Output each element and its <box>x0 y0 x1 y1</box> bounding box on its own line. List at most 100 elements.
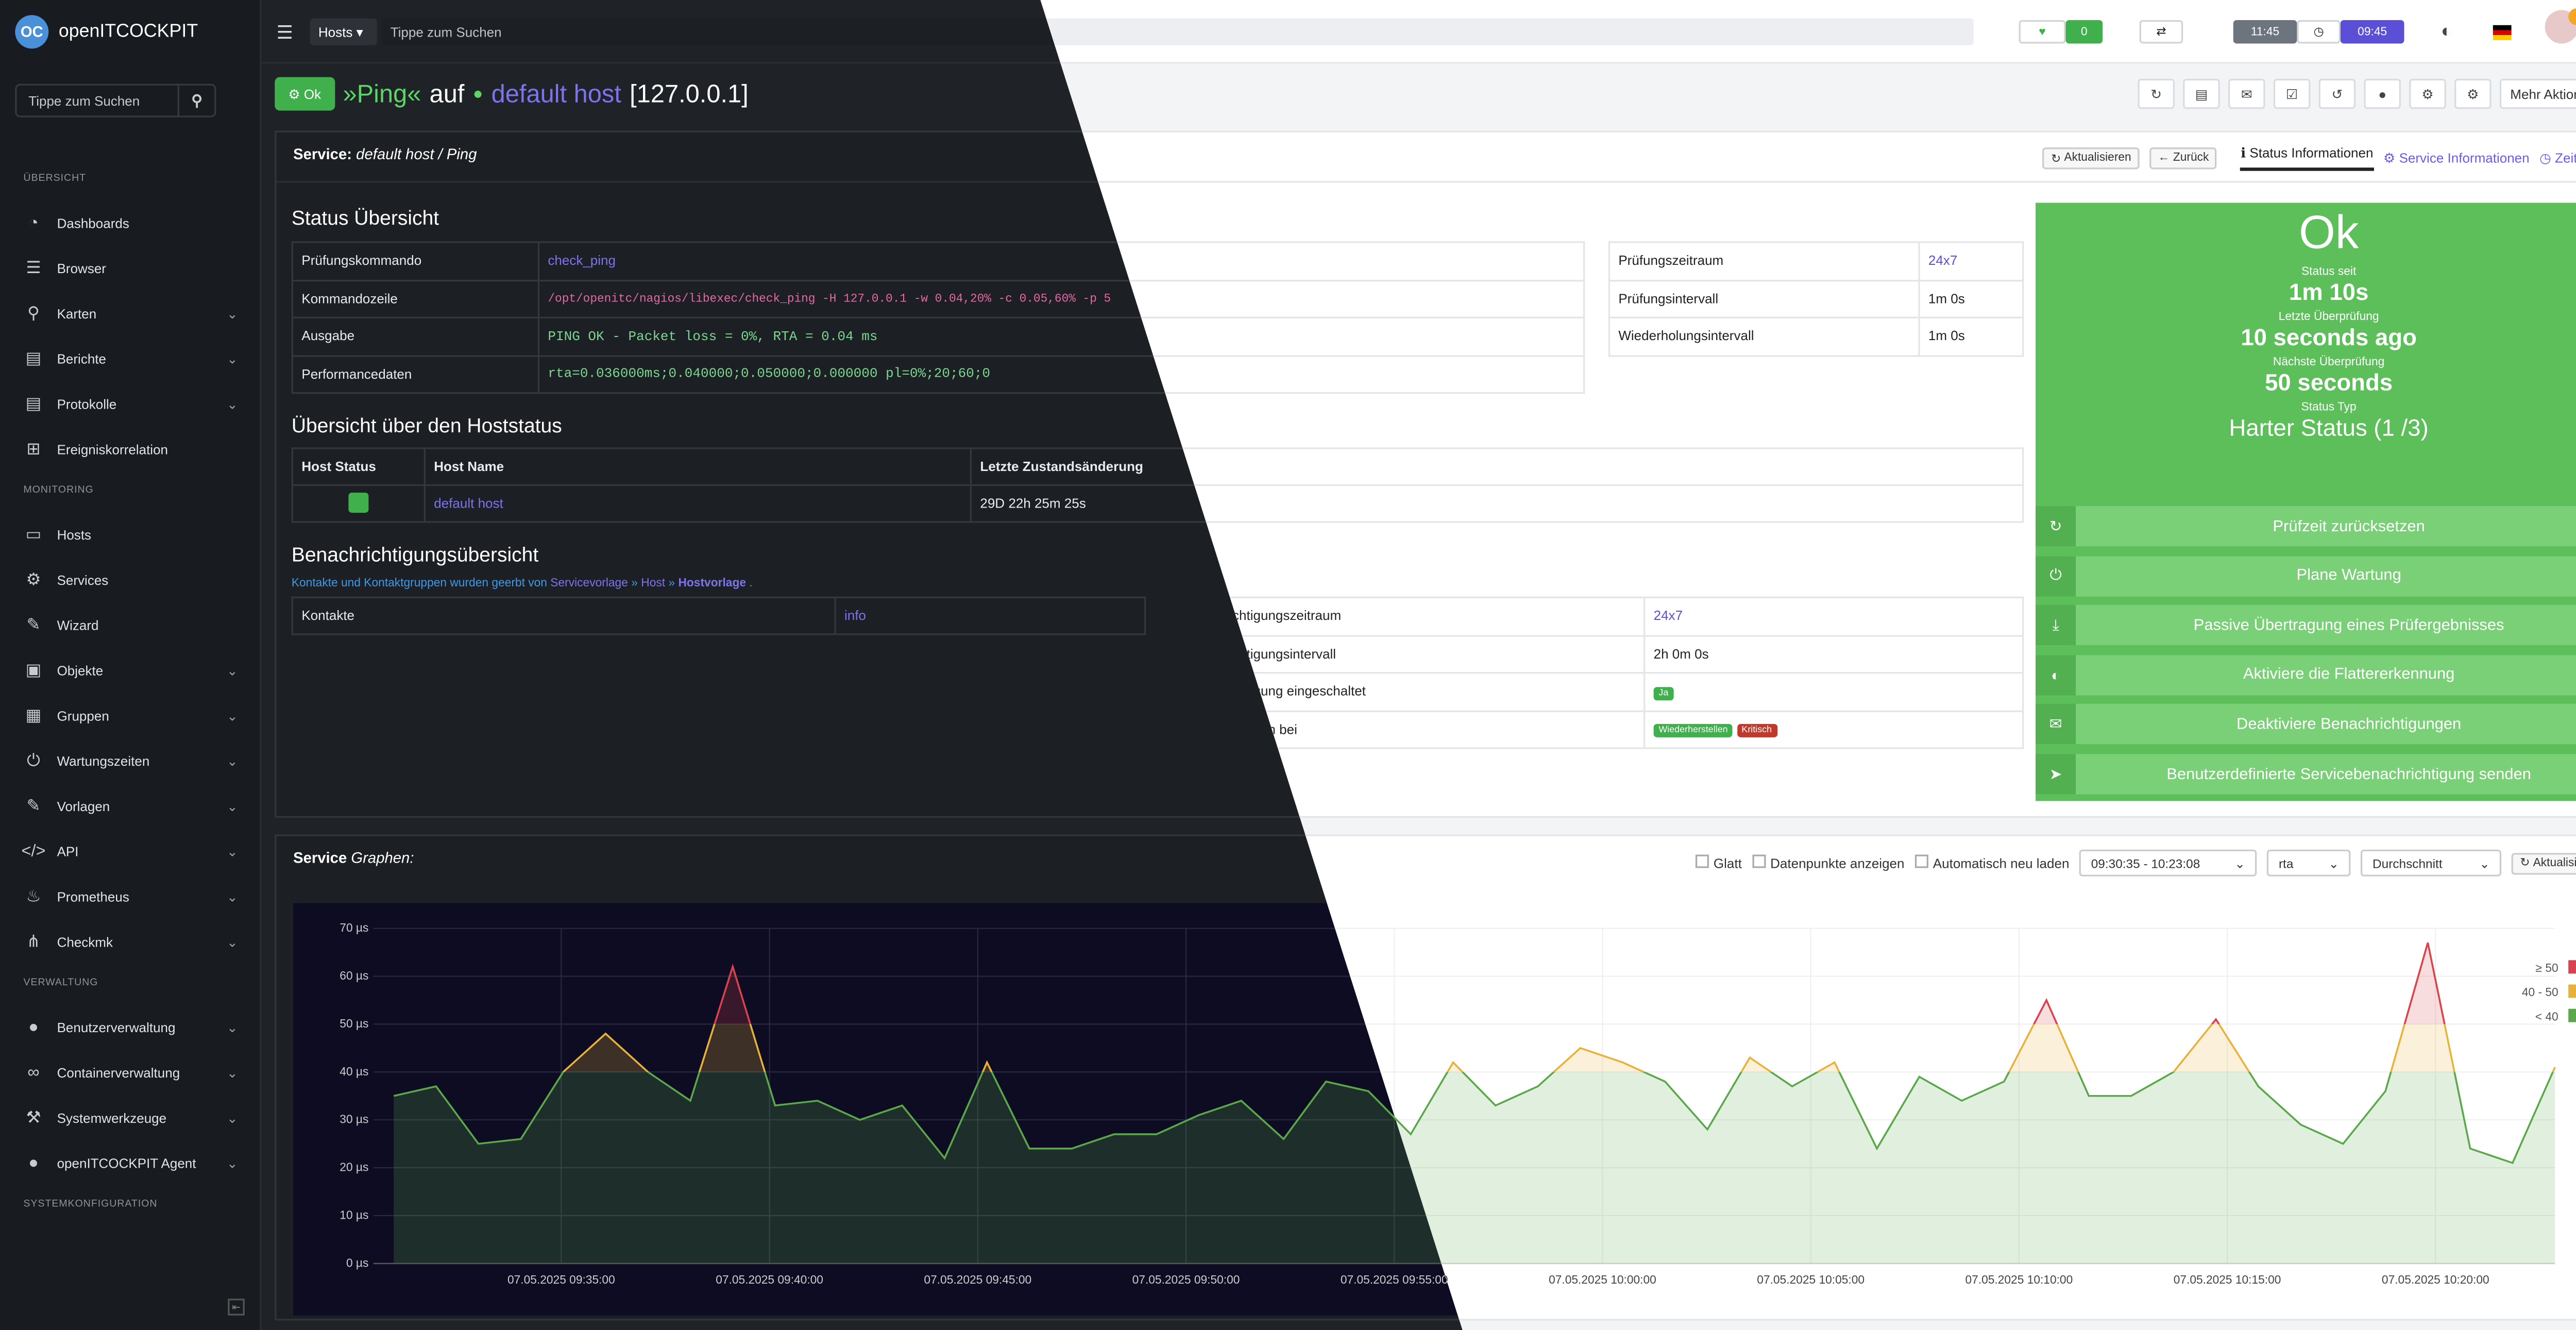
sidebar-item-browser[interactable]: ☰ Browser <box>0 246 261 292</box>
sidebar-item-karten[interactable]: ⚲ Karten ⌄ <box>0 292 261 337</box>
glatt-checkbox[interactable]: Glatt <box>1695 854 1742 871</box>
sidebar-item-label: Hosts <box>57 528 92 543</box>
sidebar-item-hosts[interactable]: ▭ Hosts <box>0 513 261 558</box>
sidebar-item-openitcockpit-agent[interactable]: ● openITCOCKPIT Agent ⌄ <box>0 1141 261 1187</box>
sidebar-item-checkmk[interactable]: ⋔ Checkmk ⌄ <box>0 920 261 965</box>
status-row-value[interactable]: check_ping <box>548 254 616 268</box>
user-icon[interactable]: ● <box>2364 78 2401 109</box>
auto-reload-checkbox[interactable]: Automatisch neu laden <box>1914 854 2069 871</box>
sidebar-item-berichte[interactable]: ▤ Berichte ⌄ <box>0 337 261 382</box>
status-action-button[interactable]: ⤓ Passive Übertragung eines Prüfergebniss… <box>2036 605 2576 646</box>
collapse-sidebar-icon[interactable]: ⇤ <box>228 1299 245 1316</box>
sidebar-item-dashboards[interactable]: ◔ Dashboards <box>0 201 261 246</box>
logo-badge: OC <box>15 15 49 49</box>
sidebar-item-services[interactable]: ⚙ Services <box>0 558 261 603</box>
user-avatar[interactable] <box>2545 8 2576 44</box>
datenpunkte-checkbox[interactable]: Datenpunkte anzeigen <box>1752 854 1904 871</box>
status-action-button[interactable]: ⏻ Plane Wartung <box>2036 555 2576 596</box>
x-tick-label: 07.05.2025 10:15:00 <box>2174 1273 2281 1286</box>
status-counter[interactable]: ♥ 0 <box>2019 19 2103 45</box>
refresh-icon: ↻ <box>2036 506 2076 547</box>
history-icon[interactable]: ↺ <box>2318 78 2356 109</box>
app-logo[interactable]: OC openITCOCKPIT <box>15 15 198 49</box>
status-action-button[interactable]: ➤ Benutzerdefinierte Servicebenachrichtig… <box>2036 754 2576 795</box>
gears-icon[interactable]: ⚙ <box>2454 78 2492 109</box>
aktualisieren-button[interactable]: ↻ Aktualisieren <box>2042 147 2140 170</box>
status-action-label: Plane Wartung <box>2076 555 2576 596</box>
tab-zeitleiste[interactable]: ◷ Zeitleiste <box>2539 151 2576 166</box>
check-row-label: Prüfungsintervall <box>1618 291 1719 307</box>
envelope-icon[interactable]: ✉ <box>2228 78 2265 109</box>
clock-icon: ◷ <box>2297 20 2341 44</box>
sidebar-search-input[interactable]: Tippe zum Suchen <box>17 86 178 116</box>
aggregation-select[interactable]: Durchschnitt ⌄ <box>2361 849 2502 877</box>
sidebar-search[interactable]: Tippe zum Suchen ⚲ <box>15 83 216 117</box>
sidebar-item-gruppen[interactable]: ▦ Gruppen ⌄ <box>0 694 261 739</box>
search-icon[interactable]: ⚲ <box>177 85 215 116</box>
legend-swatch <box>2568 1008 2576 1022</box>
sidebar-item-vorlagen[interactable]: ✎ Vorlagen ⌄ <box>0 784 261 830</box>
sidebar-nav: ÜBERSICHT ◔ Dashboards ☰ Browser ⚲ Karten ⌄ ▤ Ber… <box>0 161 261 1226</box>
host-name-link[interactable]: default host <box>492 79 621 108</box>
notif-period-link[interactable]: 24x7 <box>1654 609 1683 624</box>
hamburger-menu-icon[interactable]: ☰ <box>277 22 293 44</box>
refresh-icon[interactable]: ↻ <box>2138 78 2175 109</box>
adjust-icon: ◐ <box>2036 654 2076 695</box>
zurueck-button[interactable]: ← Zurück <box>2149 147 2217 170</box>
state-button[interactable]: ⚙ Ok <box>275 77 335 111</box>
sidebar-item-label: Objekte <box>57 663 104 679</box>
status-action-button[interactable]: ✉ Deaktiviere Benachrichtigungen <box>2036 704 2576 745</box>
sidebar-item-containerverwaltung[interactable]: ∞ Containerverwaltung ⌄ <box>0 1051 261 1096</box>
tab-status-informationen[interactable]: ℹ Status Informationen <box>2241 146 2374 171</box>
glatt-label: Glatt <box>1713 856 1742 871</box>
state-type-label: Status Typ <box>2301 402 2357 414</box>
time-range-select[interactable]: 09:30:35 - 10:23:08 ⌄ <box>2079 849 2257 877</box>
inherit-hostvorlage-link[interactable]: Hostvorlage <box>678 578 746 590</box>
inherit-servicevorlage-link[interactable]: Servicevorlage <box>550 578 628 590</box>
next-check-label: Nächste Überprüfung <box>2273 357 2385 369</box>
nav-section-title: ÜBERSICHT <box>23 174 87 184</box>
sidebar-item-benutzerverwaltung[interactable]: ● Benutzerverwaltung ⌄ <box>0 1005 261 1051</box>
chevron-down-icon: ⌄ <box>226 799 238 815</box>
metric-select[interactable]: rta ⌄ <box>2267 849 2351 877</box>
theme-toggle-icon[interactable]: ◐ <box>2441 19 2452 45</box>
sidebar-item-ereigniskorrelation[interactable]: ⊞ Ereigniskorrelation <box>0 427 261 473</box>
settings-icon[interactable]: ⚙ <box>2409 78 2446 109</box>
sidebar-item-label: Prometheus <box>57 889 129 905</box>
top-search-input-light[interactable] <box>1040 18 1974 45</box>
inherit-end: . <box>749 578 753 590</box>
nav-section-title: MONITORING <box>23 486 94 496</box>
database-icon[interactable]: ▤ <box>2183 78 2220 109</box>
chevron-down-icon: ⌄ <box>226 1020 238 1036</box>
status-since-label: Status seit <box>2301 266 2357 278</box>
graph-refresh-button[interactable]: ↻ Aktualisieren <box>2511 852 2576 874</box>
sidebar-item-systemwerkzeuge[interactable]: ⚒ Systemwerkzeuge ⌄ <box>0 1096 261 1141</box>
contacts-link[interactable]: info <box>844 608 866 623</box>
sidebar-item-wartungszeiten[interactable]: ⏻ Wartungszeiten ⌄ <box>0 739 261 784</box>
check-row-value[interactable]: 24x7 <box>1928 254 1957 268</box>
host-ip: [127.0.0.1] <box>630 79 749 108</box>
sidebar-item-objekte[interactable]: ▣ Objekte ⌄ <box>0 648 261 694</box>
nav-section-title: SYSTEMKONFIGURATION <box>23 1200 158 1210</box>
graph-options: Glatt Datenpunkte anzeigen Automatisch n… <box>1695 849 2576 877</box>
tab-service-informationen[interactable]: ⚙ Service Informationen <box>2383 151 2530 166</box>
status-action-button[interactable]: ↻ Prüfzeit zurücksetzen <box>2036 506 2576 547</box>
checkbox-icon[interactable]: ☑ <box>2273 78 2311 109</box>
sync-icon[interactable]: ⇄ <box>2139 20 2183 44</box>
link-icon: ∞ <box>27 1064 40 1083</box>
sidebar-item-api[interactable]: </> API ⌄ <box>0 830 261 875</box>
search-scope-dropdown[interactable]: Hosts ▾ <box>310 18 377 45</box>
sidebar-item-wizard[interactable]: ✎ Wizard <box>0 603 261 649</box>
host-link[interactable]: default host <box>434 496 503 511</box>
inherit-host-link[interactable]: Host <box>641 578 665 590</box>
language-flag-icon[interactable] <box>2493 19 2512 45</box>
sidebar-item-label: Karten <box>57 307 97 322</box>
card-tabs: ↻ Aktualisieren ← Zurück ℹ Status Inform… <box>2042 146 2576 171</box>
desktop-icon: ▭ <box>25 526 42 545</box>
sidebar-item-prometheus[interactable]: ♨ Prometheus ⌄ <box>0 874 261 920</box>
power-icon: ⏻ <box>27 752 40 771</box>
status-action-button[interactable]: ◐ Aktiviere die Flattererkennung <box>2036 654 2576 695</box>
mehr-aktionen-dropdown[interactable]: Mehr Aktionen ▾ <box>2499 78 2576 109</box>
sidebar-item-protokolle[interactable]: ▤ Protokolle ⌄ <box>0 382 261 427</box>
clock-widget: 11:45 ◷ 09:45 <box>2233 19 2404 45</box>
